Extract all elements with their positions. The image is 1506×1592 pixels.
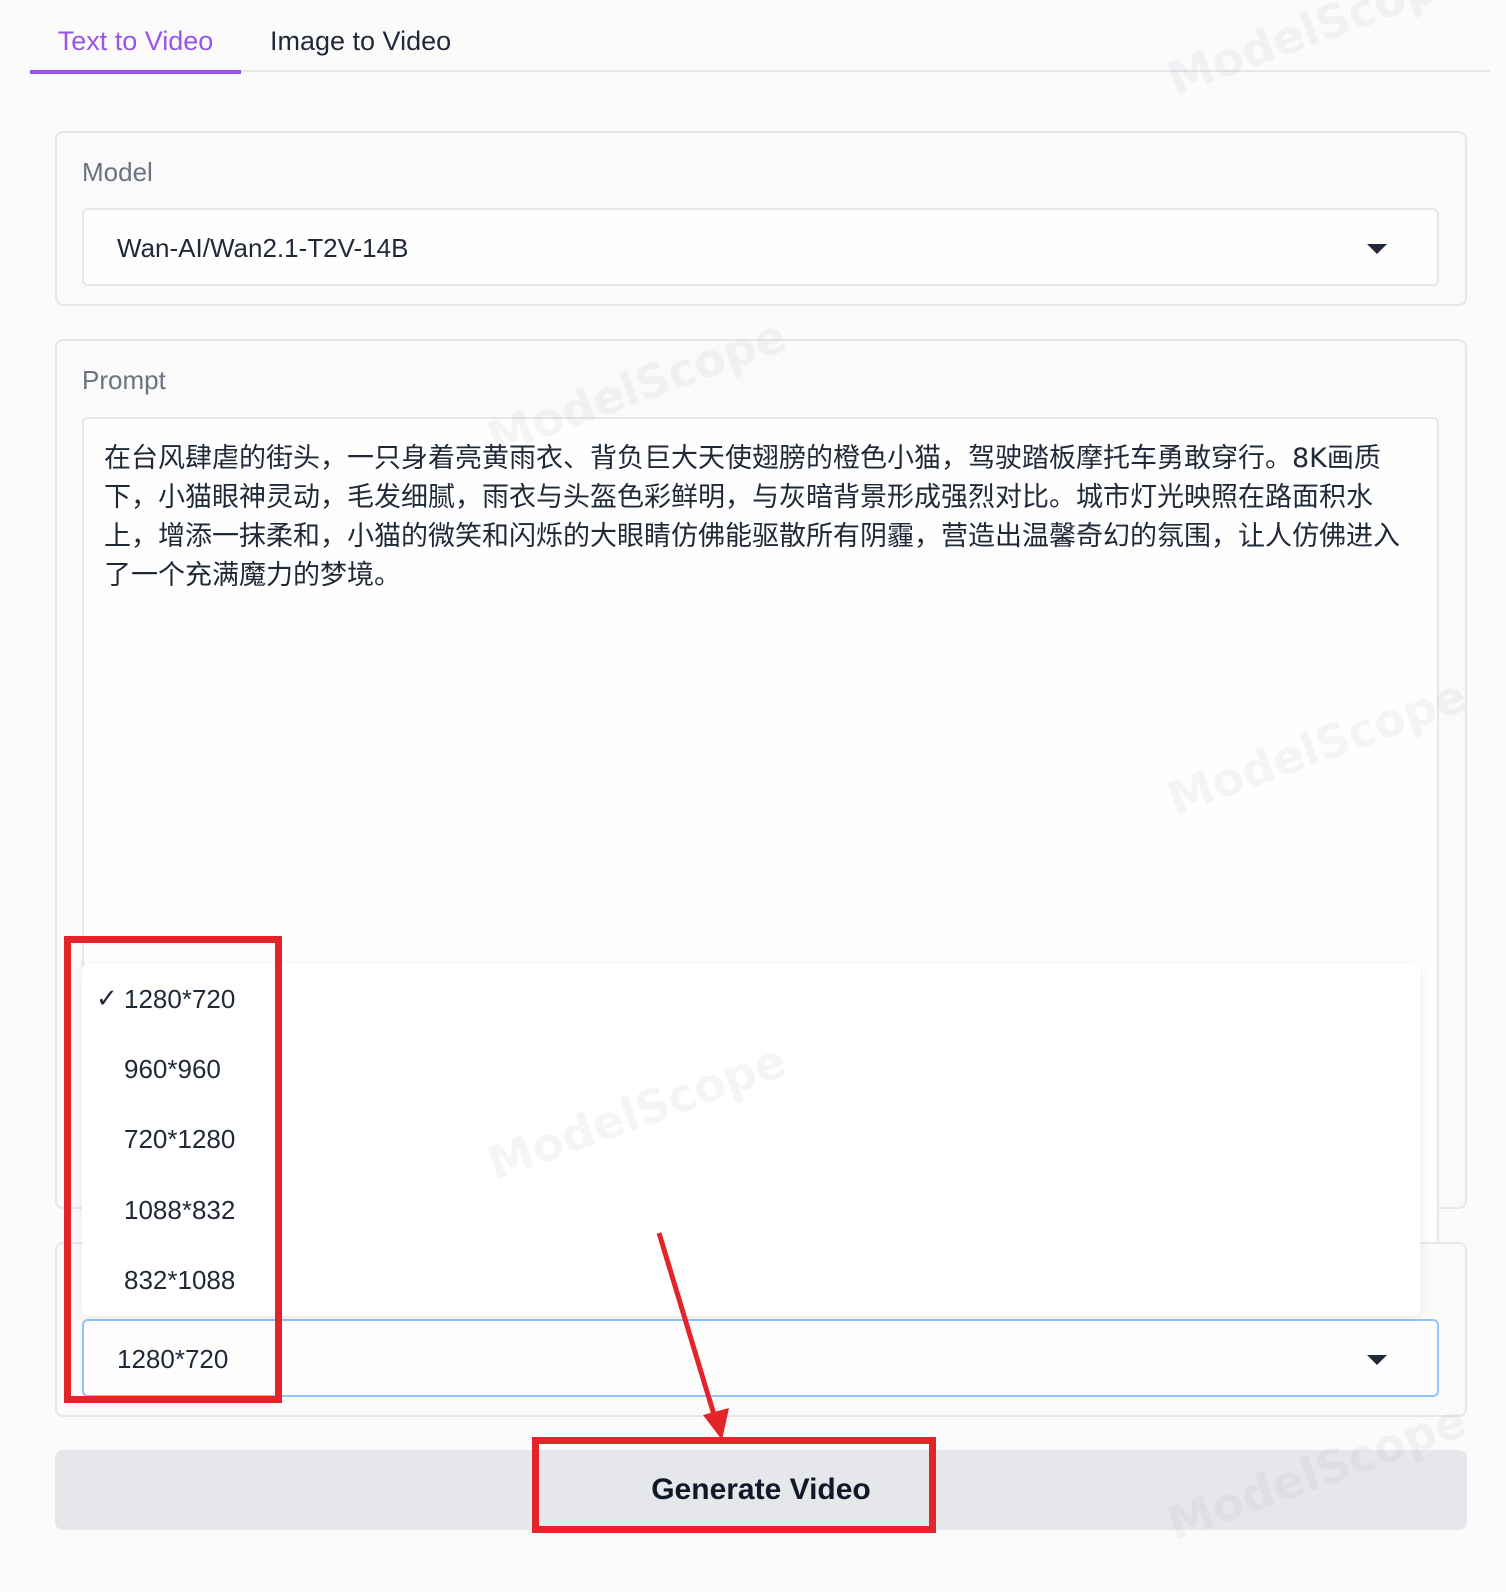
resolution-option-label: 1280*720 [124,984,236,1014]
resolution-select-value: 1280*720 [117,1344,229,1374]
model-label: Model [82,157,153,187]
tab-bar: Text to Video Image to Video [30,0,1490,74]
resolution-option[interactable]: 960*960 [82,1034,1420,1104]
generate-video-button[interactable]: Generate Video [55,1450,1467,1530]
chevron-down-icon [1367,244,1387,254]
resolution-option-label: 720*1280 [124,1124,236,1154]
page: Text to Video Image to Video Model Wan-A… [0,0,1506,1592]
model-select[interactable]: Wan-AI/Wan2.1-T2V-14B [82,208,1439,286]
tab-image-to-video[interactable]: Image to Video [270,0,451,72]
resolution-option[interactable]: 1088*832 [82,1175,1420,1245]
resolution-option-label: 832*1088 [124,1265,236,1295]
resolution-option-label: 960*960 [124,1054,221,1084]
resolution-option[interactable]: ✓ 1280*720 [82,964,1420,1034]
check-icon: ✓ [96,984,118,1014]
resolution-select[interactable]: 1280*720 [82,1319,1439,1397]
model-panel: Model Wan-AI/Wan2.1-T2V-14B [55,131,1467,306]
chevron-down-icon [1367,1355,1387,1365]
resolution-option[interactable]: 832*1088 [82,1245,1420,1315]
tab-text-to-video[interactable]: Text to Video [30,0,241,74]
prompt-label: Prompt [82,365,166,395]
resolution-dropdown: ✓ 1280*720 960*960 720*1280 1088*832 832… [82,964,1420,1316]
resolution-option-label: 1088*832 [124,1195,236,1225]
model-select-value: Wan-AI/Wan2.1-T2V-14B [117,233,409,263]
resolution-option[interactable]: 720*1280 [82,1104,1420,1174]
